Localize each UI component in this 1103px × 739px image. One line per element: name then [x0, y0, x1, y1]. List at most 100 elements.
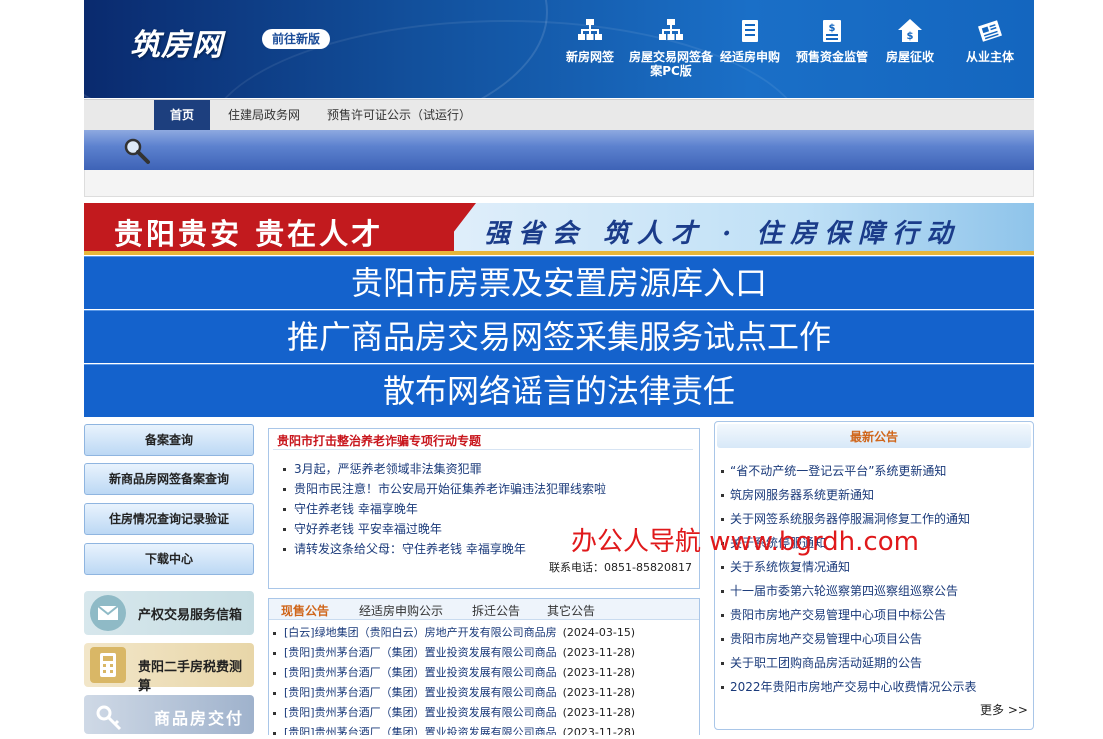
contact-phone: 联系电话：0851-85820817: [549, 561, 692, 574]
record-query-button[interactable]: 备案查询: [84, 424, 254, 456]
announcement-item[interactable]: 关于系统恢复情况通知: [721, 558, 850, 575]
org-chart-icon: [658, 18, 684, 44]
list-item-name: [贵阳]贵州茅台酒厂（集团）置业投资发展有限公司商品: [284, 666, 557, 679]
bullet: [721, 686, 724, 689]
news-item[interactable]: 守好养老钱 平安幸福过晚年: [283, 520, 442, 537]
nav-presale-fund[interactable]: $ 预售资金监管: [790, 18, 874, 64]
tab-sale-notice[interactable]: 现售公告: [281, 602, 329, 619]
list-item[interactable]: [贵阳]贵州茅台酒厂（集团）置业投资发展有限公司商品 (2023-11-28): [273, 644, 635, 660]
news-panel-title[interactable]: 贵阳市打击整治养老诈骗专项行动专题: [277, 432, 481, 449]
list-item-name: [贵阳]贵州茅台酒厂（集团）置业投资发展有限公司商品: [284, 686, 557, 699]
list-item-date: (2023-11-28): [562, 686, 636, 699]
svg-text:$: $: [829, 23, 836, 34]
news-item-text: 请转发这条给父母：守住养老钱 幸福享晚年: [294, 542, 526, 556]
download-center-button[interactable]: 下载中心: [84, 543, 254, 575]
news-item[interactable]: 请转发这条给父母：守住养老钱 幸福享晚年: [283, 540, 526, 557]
nav-new-house-sign[interactable]: 新房网签: [548, 18, 632, 64]
list-item-name: [贵阳]贵州茅台酒厂（集团）置业投资发展有限公司商品: [284, 646, 557, 659]
bullet: [721, 566, 724, 569]
announcement-item[interactable]: 2022年贵阳市房地产交易中心收费情况公示表: [721, 678, 977, 695]
announcement-text: 关于职工团购商品房活动延期的公告: [730, 656, 923, 670]
new-house-record-query-button[interactable]: 新商品房网签备案查询: [84, 463, 254, 495]
org-chart-icon: [577, 18, 603, 44]
menu-item-gov-portal[interactable]: 住建局政务网: [224, 100, 304, 130]
bullet: [273, 691, 276, 695]
list-item-date: (2023-11-28): [562, 706, 636, 719]
menu-item-presale-permit[interactable]: 预售许可证公示（试运行）: [324, 100, 474, 130]
bullet: [283, 528, 286, 531]
announcement-text: 贵阳市房地产交易管理中心项目公告: [730, 632, 923, 646]
list-item[interactable]: [贵阳]贵州茅台酒厂（集团）置业投资发展有限公司商品 (2023-11-28): [273, 684, 635, 700]
news-item-text: 3月起，严惩养老领域非法集资犯罪: [294, 462, 482, 476]
online-sign-pilot-banner[interactable]: 推广商品房交易网签采集服务试点工作: [84, 310, 1034, 363]
housing-voucher-banner[interactable]: 贵阳市房票及安置房源库入口: [84, 256, 1034, 309]
announcement-text: 贵阳市房地产交易管理中心项目中标公告: [730, 608, 947, 622]
house-delivery-card[interactable]: 商品房交付: [84, 695, 254, 734]
house-dollar-icon: $: [897, 18, 923, 44]
search-bar: [84, 130, 1034, 170]
mail-icon: [90, 595, 126, 631]
nav-label: 房屋征收: [885, 50, 934, 64]
news-item[interactable]: 守住养老钱 幸福享晚年: [283, 500, 418, 517]
latest-announcements-panel: 最新公告 “省不动产统一登记云平台”系统更新通知 筑房网服务器系统更新通知 关于…: [714, 421, 1034, 730]
banner-slogan-right: 强省会 筑人才 · 住房保障行动: [484, 219, 961, 249]
site-logo[interactable]: 筑房网: [130, 20, 223, 64]
rumor-law-banner[interactable]: 散布网络谣言的法律责任: [84, 364, 1034, 417]
list-item-name: [白云]绿地集团（贵阳白云）房地产开发有限公司商品房: [284, 626, 557, 639]
announcement-text: “省不动产统一登记云平台”系统更新通知: [730, 464, 947, 478]
list-item-date: (2024-03-15): [562, 626, 636, 639]
talent-banner[interactable]: 贵阳贵安 贵在人才 强省会 筑人才 · 住房保障行动: [84, 203, 1034, 255]
banner-slant: [436, 203, 476, 255]
announcement-text: 关于系统恢复情况通知: [730, 560, 851, 574]
property-mailbox-card[interactable]: 产权交易服务信箱: [84, 591, 254, 635]
money-document-icon: $: [819, 18, 845, 44]
bullet: [721, 470, 724, 473]
announcement-item[interactable]: 筑房网服务器系统更新通知: [721, 486, 874, 503]
tax-calculator-card[interactable]: 贵阳二手房税费测算: [84, 643, 254, 694]
announcement-item[interactable]: “省不动产统一登记云平台”系统更新通知: [721, 462, 946, 479]
announcement-item[interactable]: 关于职工团购商品房活动延期的公告: [721, 654, 922, 671]
nav-house-expropriation[interactable]: $ 房屋征收: [868, 18, 952, 64]
nav-label: 从业主体: [965, 50, 1014, 64]
housing-record-verify-button[interactable]: 住房情况查询记录验证: [84, 503, 254, 535]
tab-demolition-notice[interactable]: 拆迁公告: [472, 602, 520, 619]
notice-tab-row: 现售公告 经适房申购公示 拆迁公告 其它公告: [269, 599, 699, 620]
banner-slogan-left: 贵阳贵安 贵在人才: [114, 217, 384, 251]
search-results-strip: [84, 170, 1034, 197]
menu-item-home[interactable]: 首页: [154, 100, 210, 130]
announcement-text: 十一届市委第六轮巡察第四巡察组巡察公告: [730, 584, 959, 598]
tab-affordable-notice[interactable]: 经适房申购公示: [359, 602, 443, 619]
bullet: [283, 548, 286, 551]
anti-fraud-news-panel: 贵阳市打击整治养老诈骗专项行动专题 3月起，严惩养老领域非法集资犯罪 贵阳市民注…: [268, 428, 700, 589]
bullet: [273, 731, 276, 735]
announcements-header: 最新公告: [717, 424, 1031, 448]
list-item[interactable]: [白云]绿地集团（贵阳白云）房地产开发有限公司商品房 (2024-03-15): [273, 624, 635, 640]
bullet: [273, 671, 276, 675]
announcement-item[interactable]: 贵阳市房地产交易管理中心项目中标公告: [721, 606, 946, 623]
list-item[interactable]: [贵阳]贵州茅台酒厂（集团）置业投资发展有限公司商品 (2023-11-28): [273, 724, 635, 735]
nav-affordable-housing[interactable]: 经适房申购: [708, 18, 792, 64]
bullet: [273, 651, 276, 655]
news-item-text: 守住养老钱 幸福享晚年: [294, 502, 418, 516]
calculator-icon: [90, 647, 126, 683]
nav-label: 新房网签: [565, 50, 614, 64]
card-label: 产权交易服务信箱: [138, 608, 243, 623]
announcement-item[interactable]: 十一届市委第六轮巡察第四巡察组巡察公告: [721, 582, 958, 599]
new-version-button[interactable]: 前往新版: [262, 29, 331, 49]
card-label: 贵阳二手房税费测算: [138, 660, 243, 694]
bullet: [283, 508, 286, 511]
announcement-item[interactable]: 贵阳市房地产交易管理中心项目公告: [721, 630, 922, 647]
list-item[interactable]: [贵阳]贵州茅台酒厂（集团）置业投资发展有限公司商品 (2023-11-28): [273, 704, 635, 720]
nav-practitioners[interactable]: 从业主体: [948, 18, 1032, 64]
more-announcements-link[interactable]: 更多 >>: [980, 701, 1028, 718]
divider: [273, 449, 693, 450]
announcement-text: 筑房网服务器系统更新通知: [730, 488, 875, 502]
news-item[interactable]: 3月起，严惩养老领域非法集资犯罪: [283, 460, 482, 477]
list-item[interactable]: [贵阳]贵州茅台酒厂（集团）置业投资发展有限公司商品 (2023-11-28): [273, 664, 635, 680]
news-item[interactable]: 贵阳市民注意！市公安局开始征集养老诈骗违法犯罪线索啦: [283, 480, 606, 497]
news-item-text: 贵阳市民注意！市公安局开始征集养老诈骗违法犯罪线索啦: [294, 482, 607, 496]
tab-other-notice[interactable]: 其它公告: [547, 602, 595, 619]
nav-house-trade-pc[interactable]: 房屋交易网签备案PC版: [629, 18, 713, 78]
search-icon[interactable]: [122, 136, 152, 166]
news-item-text: 守好养老钱 平安幸福过晚年: [294, 522, 442, 536]
